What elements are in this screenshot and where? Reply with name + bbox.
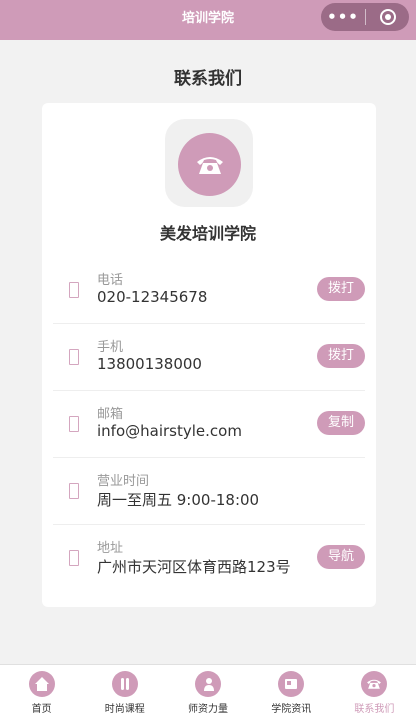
contact-label: 营业时间 xyxy=(97,474,150,489)
organization-name: 美发培训学院 xyxy=(159,224,256,243)
tab-label: 学院资讯 xyxy=(271,704,312,713)
tab-teachers[interactable]: 师资力量 xyxy=(166,665,249,713)
contact-label: 电话 xyxy=(97,273,124,288)
tab-courses[interactable]: 时尚课程 xyxy=(83,665,166,713)
teacher-icon xyxy=(195,671,221,697)
close-program-button[interactable] xyxy=(366,9,409,25)
contact-value: 广州市天河区体育西路123号 xyxy=(97,558,291,576)
contact-row-hours: 营业时间 周一至周五 9:00-18:00 xyxy=(53,458,365,525)
call-mobile-button[interactable]: 拨打 xyxy=(317,344,365,368)
mini-program-capsule: ••• xyxy=(321,3,409,31)
page-title: 联系我们 xyxy=(174,69,242,89)
tab-contact[interactable]: 联系我们 xyxy=(333,665,416,713)
contact-label: 手机 xyxy=(97,340,124,355)
copy-email-button[interactable]: 复制 xyxy=(317,411,365,435)
navigate-button[interactable]: 导航 xyxy=(317,545,365,569)
location-icon xyxy=(69,550,79,566)
more-menu-button[interactable]: ••• xyxy=(321,3,365,31)
tab-news[interactable]: 学院资讯 xyxy=(250,665,333,713)
tab-label: 首页 xyxy=(31,704,52,713)
call-phone-button[interactable]: 拨打 xyxy=(317,277,365,301)
top-navigation-bar: 培训学院 ••• xyxy=(0,0,416,40)
tab-label: 时尚课程 xyxy=(104,704,145,713)
email-icon xyxy=(69,416,79,432)
contact-value: 周一至周五 9:00-18:00 xyxy=(97,491,260,509)
news-icon xyxy=(278,671,305,697)
tab-label: 师资力量 xyxy=(188,704,228,713)
contact-row-mobile: 手机 13800138000 拨打 xyxy=(53,324,365,391)
scissors-icon xyxy=(111,671,138,697)
contact-value: 13800138000 xyxy=(97,355,202,373)
target-circle-icon xyxy=(379,9,396,25)
phone-logo-icon xyxy=(178,133,241,196)
phone-icon xyxy=(69,282,79,298)
bottom-tab-bar: 首页 时尚课程 师资力量 学院资讯 联系我们 xyxy=(0,664,416,713)
contact-row-email: 邮箱 info@hairstyle.com 复制 xyxy=(53,391,365,458)
tab-home[interactable]: 首页 xyxy=(0,665,83,713)
contact-value: 020-12345678 xyxy=(97,288,208,306)
mobile-icon xyxy=(69,349,79,365)
phone-icon xyxy=(361,671,388,697)
contact-row-phone: 电话 020-12345678 拨打 xyxy=(53,257,365,324)
contact-label: 邮箱 xyxy=(97,407,124,422)
contact-label: 地址 xyxy=(97,541,124,556)
home-icon xyxy=(28,671,55,697)
tab-label: 联系我们 xyxy=(354,704,395,713)
contact-value: info@hairstyle.com xyxy=(97,422,242,440)
clock-icon xyxy=(69,483,79,499)
contact-row-address: 地址 广州市天河区体育西路123号 导航 xyxy=(53,525,365,592)
